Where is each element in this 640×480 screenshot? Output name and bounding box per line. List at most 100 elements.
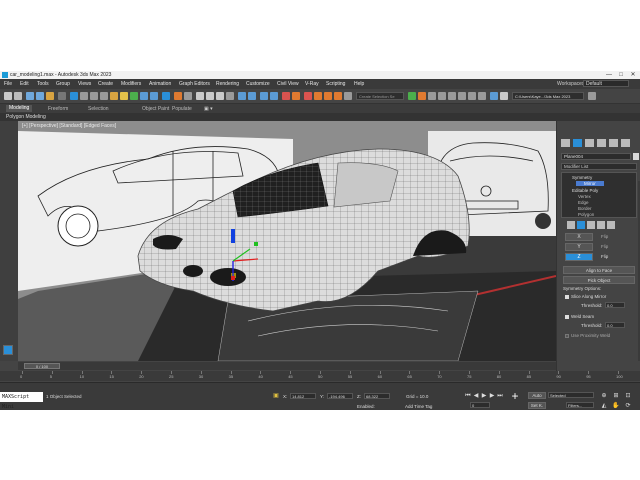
menu-group[interactable]: Group (56, 81, 70, 87)
menu-graph-editors[interactable]: Graph Editors (179, 81, 210, 87)
viewport-layout-tab[interactable] (3, 345, 13, 355)
display-tab-icon[interactable] (609, 139, 618, 147)
menu-animation[interactable]: Animation (149, 81, 171, 87)
modify-tab-icon[interactable] (573, 139, 582, 147)
vray-render-icon[interactable] (408, 92, 416, 100)
menu-help[interactable]: Help (354, 81, 364, 87)
ribbon-options-icon[interactable]: ▣ ▾ (204, 106, 213, 112)
key-filters-button[interactable]: Filters... (566, 402, 594, 408)
track-bar[interactable]: 0 5 10 15 20 25 30 35 40 45 50 55 60 65 70 75 80 85 90 95 10… (0, 371, 640, 381)
align-to-face-button[interactable]: Align to Face (563, 266, 635, 274)
flip-z-checkbox[interactable]: Flip (601, 254, 608, 259)
tab-selection[interactable]: Selection (88, 106, 109, 112)
vray-fur-icon[interactable] (458, 92, 466, 100)
vray-frame-buffer-icon[interactable] (418, 92, 426, 100)
stack-item-border[interactable]: Border (578, 206, 592, 211)
polygon-modeling-panel[interactable]: Polygon Modeling (6, 114, 46, 120)
menu-file[interactable]: File (4, 81, 12, 87)
vray-camera-icon[interactable] (438, 92, 446, 100)
use-pivot-point-icon[interactable] (174, 92, 182, 100)
next-frame-icon[interactable]: ▶ (488, 392, 496, 400)
window-crossing-icon[interactable] (100, 92, 108, 100)
flip-x-checkbox[interactable]: Flip (601, 234, 608, 239)
menu-edit[interactable]: Edit (20, 81, 29, 87)
menu-vray[interactable]: V-Ray (305, 81, 319, 87)
project-folder-icon[interactable] (490, 92, 498, 100)
threshold-1-input[interactable]: 0.0 (605, 302, 625, 308)
vray-proxy-icon[interactable] (448, 92, 456, 100)
zoom-extents-icon[interactable]: ⊡ (624, 392, 632, 400)
rendered-frame-window-icon[interactable] (324, 92, 332, 100)
key-mode-toggle-icon[interactable]: + (508, 389, 522, 403)
tab-modeling[interactable]: Modeling (6, 105, 33, 112)
pin-stack-icon[interactable] (567, 221, 575, 229)
pan-view-icon[interactable]: ✋ (612, 402, 620, 410)
select-and-place-icon[interactable] (162, 92, 170, 100)
bind-space-warp-icon[interactable] (46, 92, 54, 100)
stack-item-symmetry[interactable]: Symmetry (572, 175, 592, 180)
rectangular-selection-icon[interactable] (90, 92, 98, 100)
menu-views[interactable]: Views (78, 81, 91, 87)
stack-item-polygon[interactable]: Polygon (578, 212, 594, 217)
vray-plane-icon[interactable] (468, 92, 476, 100)
zoom-icon[interactable]: ⊕ (600, 392, 608, 400)
axis-x-button[interactable]: X (565, 233, 593, 241)
orbit-icon[interactable]: ⟳ (624, 402, 632, 410)
maxscript-listener[interactable]: MAXScript Mini (0, 392, 43, 410)
hierarchy-tab-icon[interactable] (585, 139, 594, 147)
go-to-end-icon[interactable]: ⏭ (496, 392, 504, 400)
y-coordinate-input[interactable]: -194.496 (327, 393, 353, 399)
schematic-view-icon[interactable] (292, 92, 300, 100)
tab-object-paint[interactable]: Object Paint (142, 106, 169, 112)
selection-filter-icon[interactable] (58, 92, 66, 100)
unlink-icon[interactable] (36, 92, 44, 100)
add-time-tag[interactable]: Add Time Tag (405, 404, 432, 409)
go-to-start-icon[interactable]: ⏮ (464, 392, 472, 400)
time-slider-thumb[interactable]: 0 / 100 (24, 363, 60, 369)
menu-tools[interactable]: Tools (37, 81, 49, 87)
slice-along-mirror-checkbox[interactable]: Slice Along Mirror (565, 294, 606, 299)
select-and-rotate-icon[interactable] (140, 92, 148, 100)
use-proximity-weld-checkbox[interactable]: Use Proximity Weld (565, 333, 610, 338)
show-end-result-icon[interactable] (577, 221, 585, 229)
mirror-icon[interactable] (238, 92, 246, 100)
link-icon[interactable] (26, 92, 34, 100)
workspaces-dropdown[interactable]: Default (583, 80, 629, 87)
menu-create[interactable]: Create (98, 81, 113, 87)
axis-z-button[interactable]: Z (565, 253, 593, 261)
motion-tab-icon[interactable] (597, 139, 606, 147)
stack-item-vertex[interactable]: Vertex (578, 194, 591, 199)
stack-item-mirror[interactable]: Mirror (576, 181, 604, 186)
field-of-view-icon[interactable]: ◭ (600, 402, 608, 410)
spinner-snap-icon[interactable] (216, 92, 224, 100)
close-button[interactable]: ✕ (627, 71, 639, 79)
set-project-folder-icon[interactable] (500, 92, 508, 100)
create-tab-icon[interactable] (561, 139, 570, 147)
named-selection-set-dropdown[interactable]: Create Selection Se (356, 92, 404, 100)
menu-civil-view[interactable]: Civil View (277, 81, 299, 87)
menu-scripting[interactable]: Scripting (326, 81, 345, 87)
redo-icon[interactable] (14, 92, 22, 100)
lock-selection-icon[interactable]: ▣ (272, 392, 280, 400)
material-editor-icon[interactable] (304, 92, 312, 100)
vray-lights-icon[interactable] (428, 92, 436, 100)
menu-customize[interactable]: Customize (246, 81, 270, 87)
snap-3d-icon[interactable] (196, 92, 204, 100)
vray-sphere-icon[interactable] (478, 92, 486, 100)
render-setup-icon[interactable] (314, 92, 322, 100)
make-unique-icon[interactable] (587, 221, 595, 229)
remove-modifier-icon[interactable] (597, 221, 605, 229)
select-object-icon[interactable] (70, 92, 78, 100)
viewport-label[interactable]: [+] [Perspective] [Standard] [Edged Face… (22, 123, 116, 129)
z-coordinate-input[interactable]: 68.322 (364, 393, 390, 399)
pick-object-button[interactable]: Pick Object (563, 276, 635, 284)
object-name-field[interactable]: Plane004 (561, 153, 631, 160)
set-key-button[interactable]: Set K. (528, 402, 546, 409)
play-icon[interactable]: ▶ (480, 392, 488, 400)
flip-y-checkbox[interactable]: Flip (601, 244, 608, 249)
x-coordinate-input[interactable]: 14.812 (290, 393, 316, 399)
undo-icon[interactable] (4, 92, 12, 100)
keyboard-shortcut-override-icon[interactable] (184, 92, 192, 100)
curve-editor-icon[interactable] (282, 92, 290, 100)
stack-item-edge[interactable]: Edge (578, 200, 589, 205)
